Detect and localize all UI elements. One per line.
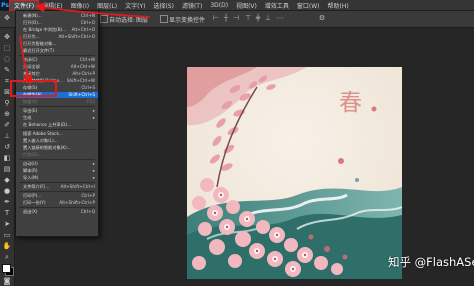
- annotation-arrows: [19, 2, 151, 86]
- annotation-arrow-to-file-menu: [34, 2, 151, 18]
- annotation-arrow-to-save-as: [19, 35, 33, 86]
